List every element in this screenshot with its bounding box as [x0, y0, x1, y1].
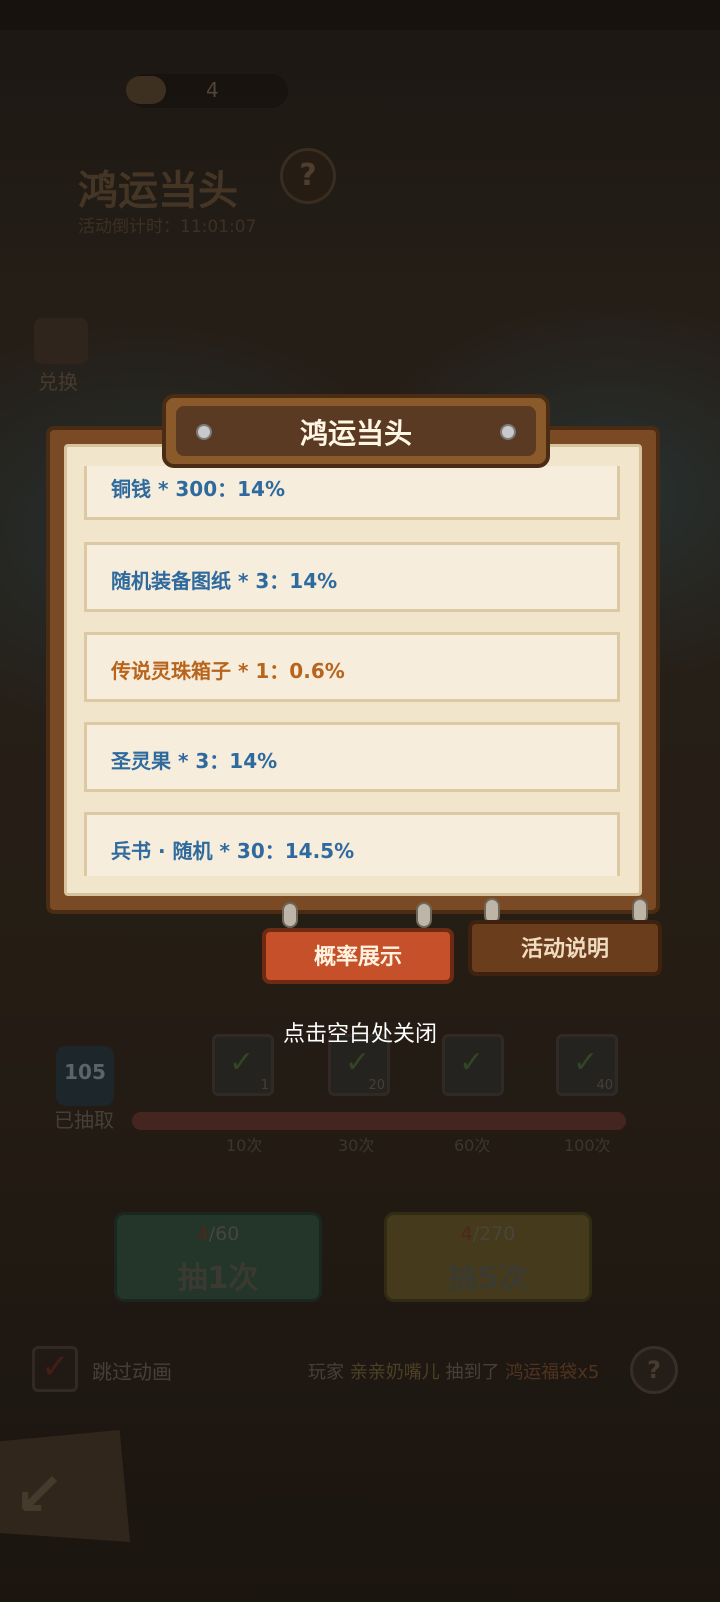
item-text: 铜钱 * 300：14%: [111, 477, 286, 501]
modal-title: 鸿运当头: [299, 417, 412, 450]
list-item: 圣灵果 * 3：14%: [84, 722, 620, 792]
item-text: 传说灵珠箱子 * 1：0.6%: [111, 659, 345, 683]
probability-list[interactable]: 铜钱 * 300：14% 随机装备图纸 * 3：14% 传说灵珠箱子 * 1：0…: [84, 466, 620, 876]
list-item: 传说灵珠箱子 * 1：0.6%: [84, 632, 620, 702]
tab-probability[interactable]: 概率展示: [262, 928, 454, 984]
list-item: 兵书 · 随机 * 30：14.5%: [84, 812, 620, 876]
tab-description[interactable]: 活动说明: [468, 920, 662, 976]
list-item: 铜钱 * 300：14%: [84, 466, 620, 520]
item-text: 圣灵果 * 3：14%: [111, 749, 278, 773]
hook-icon: [416, 902, 432, 928]
item-text: 兵书 · 随机 * 30：14.5%: [111, 839, 355, 863]
modal-title-plate: 鸿运当头: [162, 394, 550, 468]
list-item: 随机装备图纸 * 3：14%: [84, 542, 620, 612]
hook-icon: [282, 902, 298, 928]
close-hint: 点击空白处关闭: [282, 1022, 437, 1047]
item-text: 随机装备图纸 * 3：14%: [111, 569, 338, 593]
